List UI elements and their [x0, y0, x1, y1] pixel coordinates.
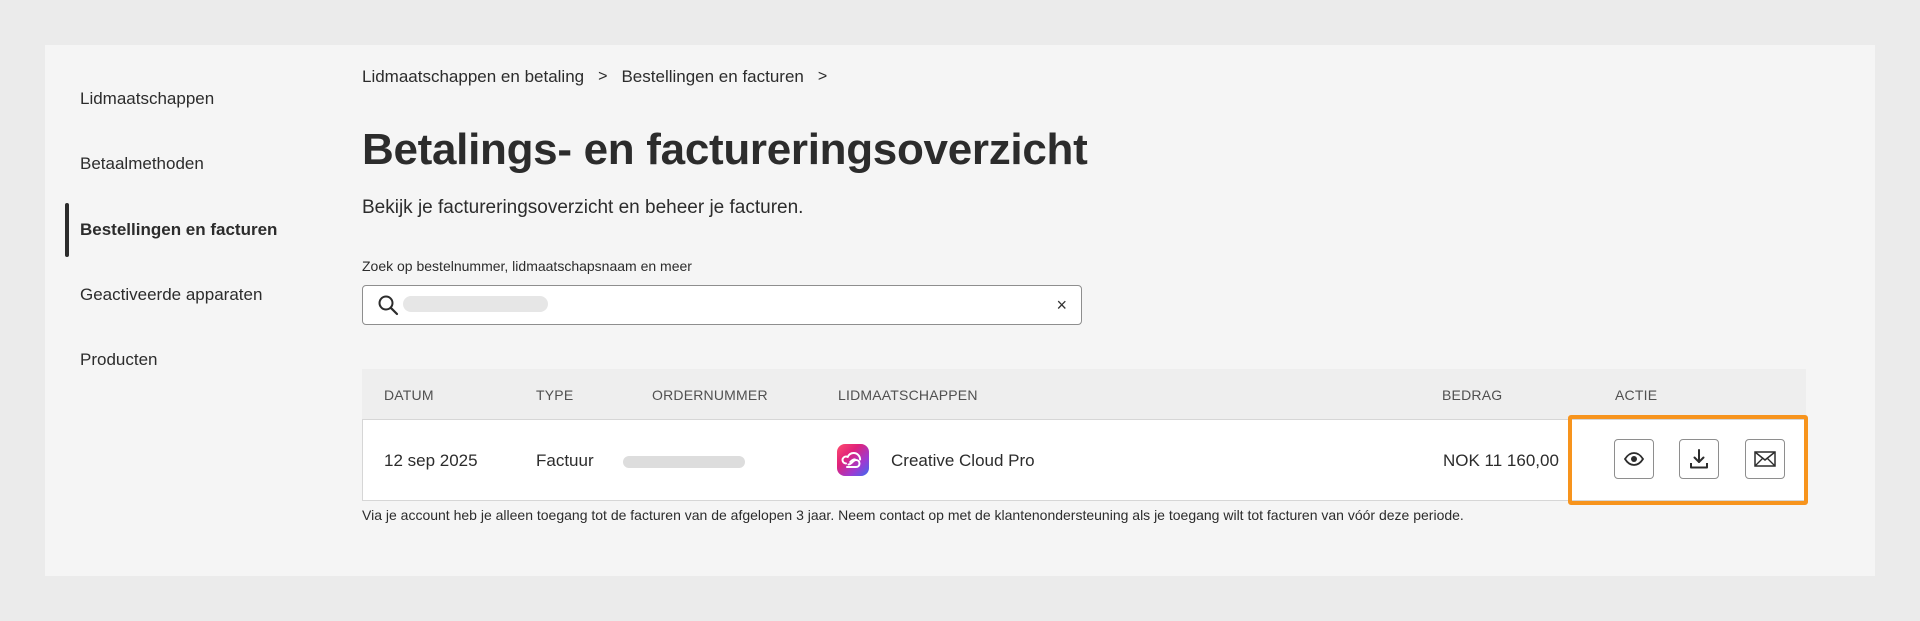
- clear-icon[interactable]: ×: [1056, 295, 1067, 315]
- content-card: Lidmaatschappen Betaalmethoden Bestellin…: [45, 45, 1875, 576]
- column-header-type: TYPE: [536, 387, 574, 403]
- search-input[interactable]: [403, 296, 548, 312]
- page-subtitle: Bekijk je factureringsoverzicht en behee…: [362, 197, 804, 218]
- breadcrumb: Lidmaatschappen en betaling > Bestelling…: [362, 67, 841, 87]
- chevron-right-icon: >: [598, 68, 608, 85]
- row-order-number-redacted: [623, 456, 745, 468]
- row-amount: NOK 11 160,00: [1443, 451, 1559, 470]
- sidebar-item-products[interactable]: Producten: [80, 350, 158, 370]
- sidebar-item-payment-methods[interactable]: Betaalmethoden: [80, 154, 204, 174]
- row-membership-name: Creative Cloud Pro: [891, 451, 1035, 470]
- sidebar: Lidmaatschappen Betaalmethoden Bestellin…: [45, 45, 345, 576]
- row-date: 12 sep 2025: [384, 451, 478, 470]
- sidebar-item-activated-devices[interactable]: Geactiveerde apparaten: [80, 285, 262, 305]
- table-header: DATUM TYPE ORDERNUMMER LIDMAATSCHAPPEN B…: [362, 369, 1806, 419]
- creative-cloud-icon: [837, 444, 869, 476]
- page-title: Betalings- en factureringsoverzicht: [362, 125, 1088, 174]
- search-label: Zoek op bestelnummer, lidmaatschapsnaam …: [362, 258, 692, 274]
- row-type: Factuur: [536, 451, 594, 470]
- sidebar-item-orders-invoices[interactable]: Bestellingen en facturen: [80, 220, 277, 240]
- footnote: Via je account heb je alleen toegang tot…: [362, 507, 1464, 523]
- column-header-date: DATUM: [384, 387, 434, 403]
- search-icon: [378, 295, 399, 316]
- column-header-amount: BEDRAG: [1442, 387, 1503, 403]
- column-header-order-number: ORDERNUMMER: [652, 387, 768, 403]
- breadcrumb-item-memberships-billing[interactable]: Lidmaatschappen en betaling: [362, 67, 584, 87]
- sidebar-item-memberships[interactable]: Lidmaatschappen: [80, 89, 214, 109]
- search-field: ×: [362, 285, 1082, 325]
- main-content: Lidmaatschappen en betaling > Bestelling…: [362, 45, 1875, 576]
- chevron-right-icon: >: [817, 68, 828, 85]
- column-header-memberships: LIDMAATSCHAPPEN: [838, 387, 978, 403]
- column-header-action: ACTIE: [1615, 387, 1658, 403]
- action-highlight-box: [1568, 415, 1808, 505]
- breadcrumb-item-orders-invoices[interactable]: Bestellingen en facturen: [621, 67, 803, 87]
- sidebar-active-indicator: [65, 203, 69, 257]
